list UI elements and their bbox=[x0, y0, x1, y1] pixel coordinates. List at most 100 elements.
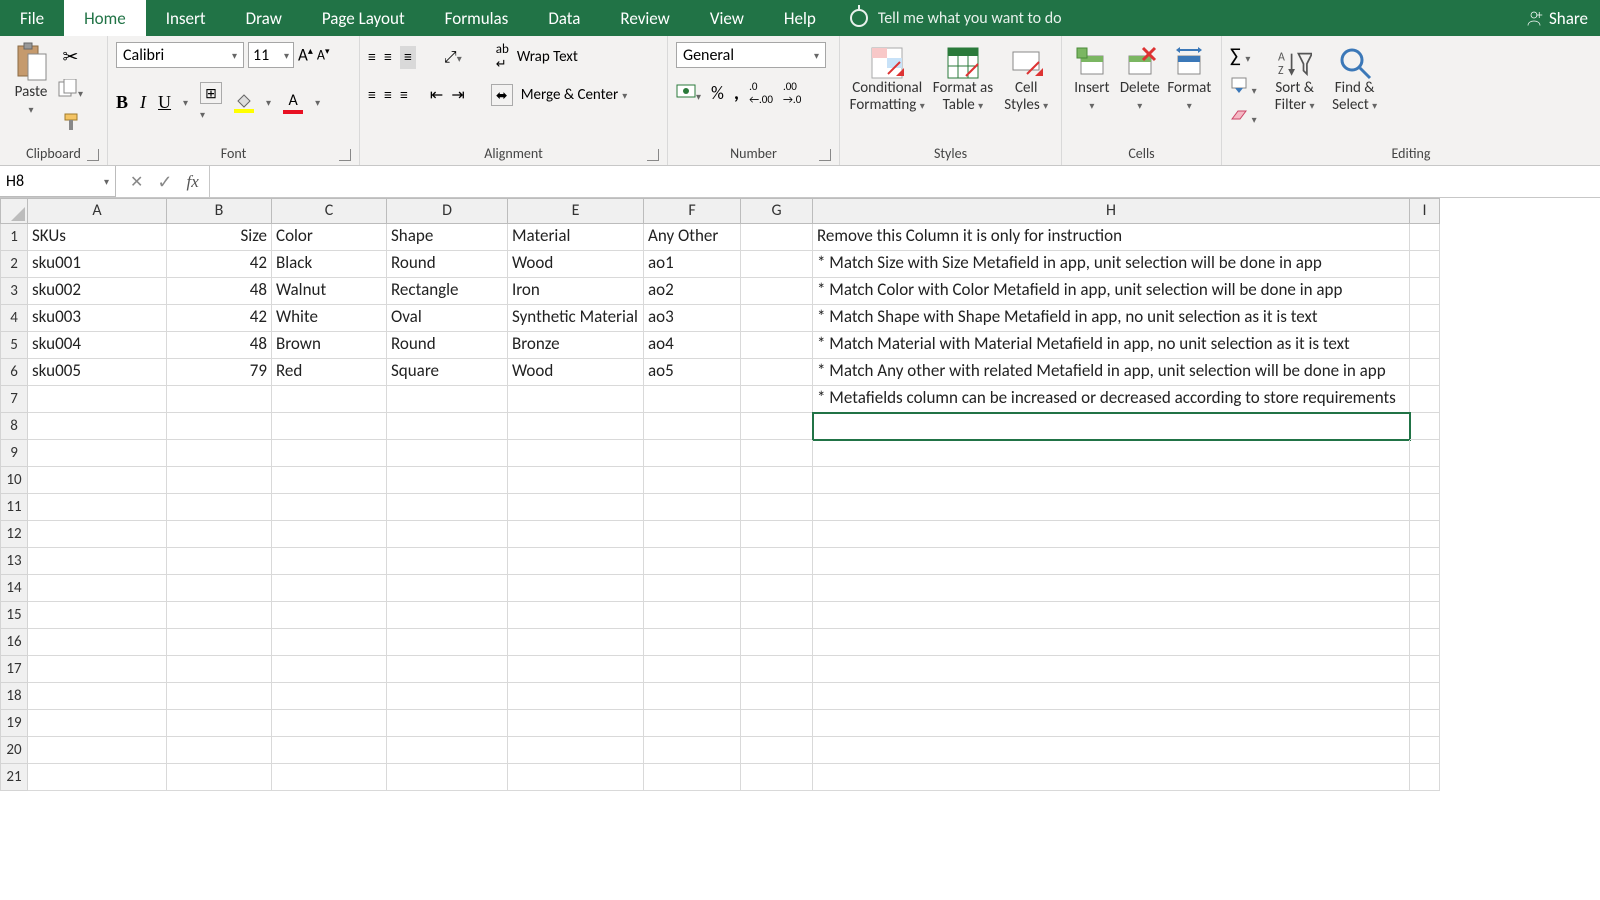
cell-H14[interactable] bbox=[813, 575, 1410, 602]
column-header-D[interactable]: D bbox=[387, 198, 508, 224]
cell-E5[interactable]: Bronze bbox=[508, 332, 644, 359]
align-top-button[interactable]: ≡ bbox=[368, 48, 376, 67]
cell-C2[interactable]: Black bbox=[272, 251, 387, 278]
cell-D9[interactable] bbox=[387, 440, 508, 467]
cell-F9[interactable] bbox=[644, 440, 741, 467]
row-header-7[interactable]: 7 bbox=[0, 386, 28, 413]
column-header-A[interactable]: A bbox=[28, 198, 167, 224]
cell-E11[interactable] bbox=[508, 494, 644, 521]
cell-D2[interactable]: Round bbox=[387, 251, 508, 278]
cell-B14[interactable] bbox=[167, 575, 272, 602]
cell-F6[interactable]: ao5 bbox=[644, 359, 741, 386]
cell-A11[interactable] bbox=[28, 494, 167, 521]
cell-D19[interactable] bbox=[387, 710, 508, 737]
cell-I6[interactable] bbox=[1410, 359, 1440, 386]
cell-I4[interactable] bbox=[1410, 305, 1440, 332]
cell-F18[interactable] bbox=[644, 683, 741, 710]
cell-B9[interactable] bbox=[167, 440, 272, 467]
cell-I2[interactable] bbox=[1410, 251, 1440, 278]
cell-styles-button[interactable]: CellStyles ▾ bbox=[999, 42, 1053, 115]
tab-formulas[interactable]: Formulas bbox=[425, 0, 529, 36]
clear-button[interactable]: ▾ bbox=[1230, 107, 1257, 128]
cell-I15[interactable] bbox=[1410, 602, 1440, 629]
cell-A4[interactable]: sku003 bbox=[28, 305, 167, 332]
cell-F11[interactable] bbox=[644, 494, 741, 521]
cell-F14[interactable] bbox=[644, 575, 741, 602]
align-middle-button[interactable]: ≡ bbox=[384, 48, 392, 67]
cell-B15[interactable] bbox=[167, 602, 272, 629]
cell-G4[interactable] bbox=[741, 305, 813, 332]
cell-G11[interactable] bbox=[741, 494, 813, 521]
cell-E20[interactable] bbox=[508, 737, 644, 764]
row-header-14[interactable]: 14 bbox=[0, 575, 28, 602]
row-header-13[interactable]: 13 bbox=[0, 548, 28, 575]
cell-G14[interactable] bbox=[741, 575, 813, 602]
cell-D5[interactable]: Round bbox=[387, 332, 508, 359]
cell-F15[interactable] bbox=[644, 602, 741, 629]
cell-E9[interactable] bbox=[508, 440, 644, 467]
column-header-F[interactable]: F bbox=[644, 198, 741, 224]
cell-C14[interactable] bbox=[272, 575, 387, 602]
cell-H2[interactable]: * Match Size with Size Metafield in app,… bbox=[813, 251, 1410, 278]
cell-I7[interactable] bbox=[1410, 386, 1440, 413]
cell-G1[interactable] bbox=[741, 224, 813, 251]
cell-H13[interactable] bbox=[813, 548, 1410, 575]
cell-B6[interactable]: 79 bbox=[167, 359, 272, 386]
cell-E16[interactable] bbox=[508, 629, 644, 656]
cell-G8[interactable] bbox=[741, 413, 813, 440]
cell-C13[interactable] bbox=[272, 548, 387, 575]
cell-F16[interactable] bbox=[644, 629, 741, 656]
orientation-button[interactable]: ⤢▾ bbox=[444, 48, 462, 67]
cell-G17[interactable] bbox=[741, 656, 813, 683]
cell-E8[interactable] bbox=[508, 413, 644, 440]
cell-C10[interactable] bbox=[272, 467, 387, 494]
cell-A10[interactable] bbox=[28, 467, 167, 494]
cell-D15[interactable] bbox=[387, 602, 508, 629]
name-box[interactable]: H8▾ bbox=[0, 166, 116, 197]
column-header-I[interactable]: I bbox=[1410, 198, 1440, 224]
row-header-2[interactable]: 2 bbox=[0, 251, 28, 278]
bold-button[interactable]: B bbox=[116, 92, 128, 113]
row-header-15[interactable]: 15 bbox=[0, 602, 28, 629]
insert-cells-button[interactable]: Insert▾ bbox=[1070, 42, 1114, 115]
cell-G18[interactable] bbox=[741, 683, 813, 710]
cell-C8[interactable] bbox=[272, 413, 387, 440]
percent-button[interactable]: % bbox=[711, 82, 724, 104]
cell-C9[interactable] bbox=[272, 440, 387, 467]
cell-E7[interactable] bbox=[508, 386, 644, 413]
cell-A17[interactable] bbox=[28, 656, 167, 683]
select-all-triangle[interactable] bbox=[0, 198, 28, 224]
align-right-button[interactable]: ≡ bbox=[400, 86, 408, 105]
underline-button[interactable]: U bbox=[158, 92, 171, 113]
tab-view[interactable]: View bbox=[690, 0, 764, 36]
cell-D8[interactable] bbox=[387, 413, 508, 440]
cell-A15[interactable] bbox=[28, 602, 167, 629]
cell-E10[interactable] bbox=[508, 467, 644, 494]
font-color-button[interactable]: A bbox=[283, 91, 303, 114]
format-as-table-button[interactable]: Format asTable ▾ bbox=[930, 42, 995, 115]
cell-D14[interactable] bbox=[387, 575, 508, 602]
cut-button[interactable]: ✂ bbox=[63, 46, 79, 69]
row-header-11[interactable]: 11 bbox=[0, 494, 28, 521]
cell-A20[interactable] bbox=[28, 737, 167, 764]
cell-E2[interactable]: Wood bbox=[508, 251, 644, 278]
cell-E13[interactable] bbox=[508, 548, 644, 575]
cell-G2[interactable] bbox=[741, 251, 813, 278]
cell-I3[interactable] bbox=[1410, 278, 1440, 305]
decrease-font-button[interactable]: A▾ bbox=[317, 46, 330, 64]
conditional-formatting-button[interactable]: ConditionalFormatting ▾ bbox=[848, 42, 926, 115]
cell-G10[interactable] bbox=[741, 467, 813, 494]
cell-G3[interactable] bbox=[741, 278, 813, 305]
cell-G7[interactable] bbox=[741, 386, 813, 413]
cell-I13[interactable] bbox=[1410, 548, 1440, 575]
cell-F2[interactable]: ao1 bbox=[644, 251, 741, 278]
row-header-1[interactable]: 1 bbox=[0, 224, 28, 251]
cell-A1[interactable]: SKUs bbox=[28, 224, 167, 251]
cell-C11[interactable] bbox=[272, 494, 387, 521]
autosum-button[interactable]: ∑ ▾ bbox=[1230, 44, 1250, 68]
cell-E19[interactable] bbox=[508, 710, 644, 737]
cell-E12[interactable] bbox=[508, 521, 644, 548]
cell-H8[interactable] bbox=[813, 413, 1410, 440]
cell-A19[interactable] bbox=[28, 710, 167, 737]
cell-C3[interactable]: Walnut bbox=[272, 278, 387, 305]
